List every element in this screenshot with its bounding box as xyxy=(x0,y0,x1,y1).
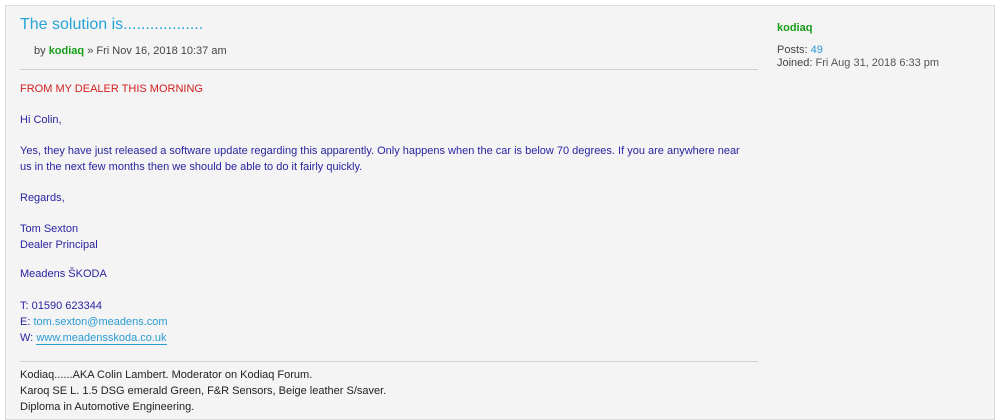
content-line: us in the next few months then we should… xyxy=(20,161,363,173)
profile-username[interactable]: kodiaq xyxy=(777,22,812,34)
content-line: Hi Colin, xyxy=(20,114,62,126)
forum-post: The solution is.................. by kod… xyxy=(5,5,995,420)
email-link[interactable]: tom.sexton@meadens.com xyxy=(33,316,167,328)
byline-prefix: by xyxy=(34,45,46,57)
content-line: Dealer Principal xyxy=(20,239,98,251)
post-title[interactable]: The solution is.................. xyxy=(20,16,203,34)
signature-line: Kodiaq......AKA Colin Lambert. Moderator… xyxy=(20,369,313,381)
email-label: E: xyxy=(20,316,31,328)
joined-label: Joined: xyxy=(777,57,813,69)
web-label: W: xyxy=(20,332,34,344)
phone-line: T: 01590 623344 xyxy=(20,300,102,312)
posts-label: Posts: xyxy=(777,44,808,56)
signature-line: Karoq SE L. 1.5 DSG emerald Green, F&R S… xyxy=(20,385,387,397)
content-line: Tom Sexton xyxy=(20,223,79,235)
email-line: E: tom.sexton@meadens.com xyxy=(20,314,168,330)
content-line: Yes, they have just released a software … xyxy=(20,145,740,157)
signature-divider xyxy=(20,361,758,362)
profile-joined: Joined: Fri Aug 31, 2018 6:33 pm xyxy=(777,57,939,69)
content-line: Meadens ŠKODA xyxy=(20,268,107,280)
signature-line: Diploma in Automotive Engineering. xyxy=(20,401,195,413)
posts-count-link[interactable]: 49 xyxy=(811,44,823,56)
byline-separator: » xyxy=(87,45,94,57)
profile-posts: Posts: 49 xyxy=(777,44,823,56)
content-line: FROM MY DEALER THIS MORNING xyxy=(20,83,203,95)
header-divider xyxy=(20,69,758,70)
web-link[interactable]: www.meadensskoda.co.uk xyxy=(36,332,167,345)
content-line: Regards, xyxy=(20,192,65,204)
joined-date: Fri Aug 31, 2018 6:33 pm xyxy=(815,57,940,69)
web-line: W: www.meadensskoda.co.uk xyxy=(20,330,167,346)
author-link[interactable]: kodiaq xyxy=(49,45,84,57)
post-date: Fri Nov 16, 2018 10:37 am xyxy=(96,45,227,57)
post-author-line: by kodiaq » Fri Nov 16, 2018 10:37 am xyxy=(34,45,227,57)
